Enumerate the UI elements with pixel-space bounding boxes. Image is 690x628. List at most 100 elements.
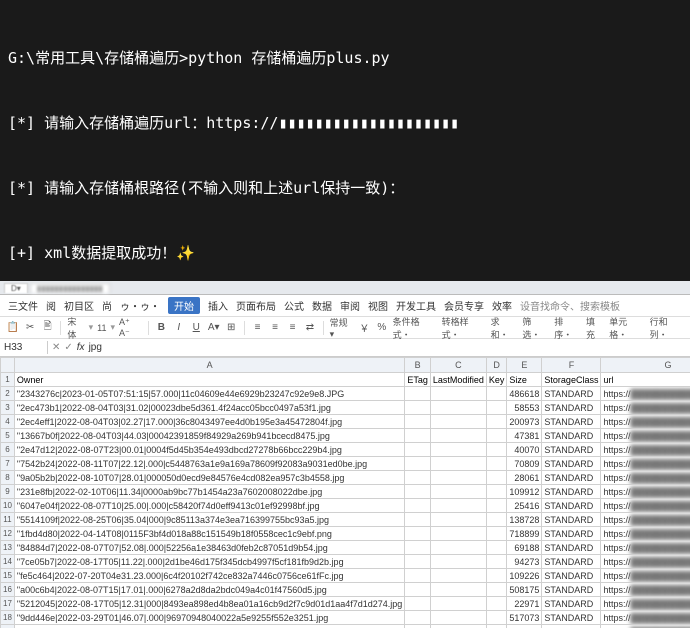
cell[interactable]: url (601, 373, 690, 387)
cell[interactable] (430, 611, 486, 625)
app-tab[interactable]: D▾ (4, 283, 28, 293)
col-header[interactable]: D (486, 358, 507, 373)
cell[interactable] (430, 513, 486, 527)
cell[interactable]: 138728 (507, 513, 542, 527)
cell[interactable]: StorageClass (542, 373, 601, 387)
cell[interactable] (486, 499, 507, 513)
cell[interactable]: "419a5049|2022-08-04T03|09.03|.000|de5b4… (14, 625, 404, 628)
cell[interactable]: https://████████████████ (601, 485, 690, 499)
cell[interactable]: https://████████████████ (601, 541, 690, 555)
name-box[interactable]: H33 (0, 341, 48, 354)
cell[interactable] (430, 569, 486, 583)
cell[interactable]: 69188 (507, 541, 542, 555)
cell[interactable]: LastModified (430, 373, 486, 387)
cell[interactable]: "6047e04f|2022-08-07T10|25.00|.000|c5842… (14, 499, 404, 513)
cell[interactable]: "9dd446e|2022-03-29T01|46.07|.000|969709… (14, 611, 404, 625)
cell[interactable]: 28061 (507, 471, 542, 485)
paste-icon[interactable]: 📋 (6, 321, 19, 335)
cell[interactable]: STANDARD (542, 513, 601, 527)
table-row[interactable]: 9"231e8fb|2022-02-10T06|11.34|0000ab9bc7… (1, 485, 690, 499)
sort-menu[interactable]: 排序・ (554, 315, 580, 341)
menu-item[interactable]: 数据 (312, 298, 332, 313)
cell[interactable] (405, 499, 431, 513)
cell[interactable]: "9a05b2b|2022-08-10T07|28.01|000050d0ecd… (14, 471, 404, 485)
cell[interactable]: Size (507, 373, 542, 387)
bold-icon[interactable]: B (155, 321, 168, 335)
cell[interactable] (486, 401, 507, 415)
column-headers[interactable]: A B C D E F G H (1, 358, 690, 373)
cell[interactable] (430, 443, 486, 457)
cell[interactable]: 22971 (507, 597, 542, 611)
cell[interactable]: STANDARD (542, 555, 601, 569)
cell[interactable]: 517073 (507, 611, 542, 625)
menu-item[interactable]: 三文件 (8, 298, 38, 313)
menu-item[interactable]: 阅 (46, 298, 56, 313)
cell[interactable] (405, 471, 431, 485)
cell[interactable] (486, 625, 507, 628)
cell[interactable] (486, 387, 507, 401)
cell[interactable] (405, 457, 431, 471)
fontsize-select[interactable]: 11 (97, 323, 106, 333)
cell[interactable]: https://████████████████ (601, 429, 690, 443)
cell[interactable]: Key (486, 373, 507, 387)
table-row[interactable]: 3"2ec473b1|2022-08-04T03|31.02|00023dbe5… (1, 401, 690, 415)
cell[interactable]: https://████████████████ (601, 625, 690, 628)
cell[interactable]: https://████████████████ (601, 527, 690, 541)
cell[interactable]: "5212045|2022-08-17T05|12.31|000|8493ea8… (14, 597, 404, 611)
cell[interactable] (486, 457, 507, 471)
formula-input[interactable]: jpg (89, 342, 102, 353)
cell[interactable]: https://████████████████ (601, 499, 690, 513)
border-icon[interactable]: ⊞ (224, 321, 237, 335)
cell[interactable]: 109226 (507, 569, 542, 583)
cut-icon[interactable]: ✂ (23, 321, 36, 335)
cell[interactable]: https://████████████████ (601, 569, 690, 583)
menu-item[interactable]: 公式 (284, 298, 304, 313)
cell[interactable]: https://████████████████ (601, 555, 690, 569)
cell[interactable]: "7ce05b7|2022-08-17T05|11.22|.000|2d1be4… (14, 555, 404, 569)
cell[interactable]: STANDARD (542, 527, 601, 541)
cell[interactable]: 40070 (507, 443, 542, 457)
font-select[interactable]: 宋体 (67, 315, 84, 341)
cell[interactable] (430, 485, 486, 499)
cell[interactable] (405, 625, 431, 628)
cell[interactable] (486, 485, 507, 499)
menu-item[interactable]: 页面布局 (236, 298, 276, 313)
col-header[interactable]: A (14, 358, 404, 373)
cell[interactable]: 200973 (507, 415, 542, 429)
cell[interactable] (486, 569, 507, 583)
cell[interactable]: https://████████████████ (601, 471, 690, 485)
cell[interactable] (486, 415, 507, 429)
cell[interactable]: 109912 (507, 485, 542, 499)
table-row[interactable]: 2"2343276c|2023-01-05T07:51:15|57.000|11… (1, 387, 690, 401)
cell[interactable]: "231e8fb|2022-02-10T06|11.34|0000ab9bc77… (14, 485, 404, 499)
cell[interactable] (405, 443, 431, 457)
cell[interactable] (486, 541, 507, 555)
currency-icon[interactable]: ￥ (358, 321, 371, 335)
underline-icon[interactable]: U (190, 321, 203, 335)
menu-item[interactable]: 审阅 (340, 298, 360, 313)
cell-menu[interactable]: 单元格・ (609, 315, 643, 341)
cell[interactable] (430, 429, 486, 443)
cell[interactable]: "2ec4eff1|2022-08-04T03|02.27|17.000|36c… (14, 415, 404, 429)
cell[interactable] (405, 569, 431, 583)
table-row[interactable]: 10"6047e04f|2022-08-07T10|25.00|.000|c58… (1, 499, 690, 513)
search-hint[interactable]: 设音找命令、搜索模板 (520, 298, 620, 313)
cell[interactable] (486, 471, 507, 485)
cell[interactable] (430, 499, 486, 513)
cell[interactable] (486, 611, 507, 625)
cell[interactable]: "2ec473b1|2022-08-04T03|31.02|00023dbe5d… (14, 401, 404, 415)
cell[interactable] (486, 513, 507, 527)
cell[interactable]: "84884d7|2022-08-07T07|52.08|.000|52256a… (14, 541, 404, 555)
cell[interactable]: "fe5c464|2022-07-20T04e31.23.000|6c4f201… (14, 569, 404, 583)
cell[interactable] (405, 541, 431, 555)
cell[interactable]: 94273 (507, 555, 542, 569)
menu-item[interactable]: 效率 (492, 298, 512, 313)
cell[interactable] (430, 387, 486, 401)
text-size-icons[interactable]: A⁺ A⁻ (119, 317, 142, 339)
cell[interactable]: 508175 (507, 583, 542, 597)
align-right-icon[interactable]: ≡ (286, 321, 299, 335)
cell[interactable]: STANDARD (542, 541, 601, 555)
cell[interactable]: https://████████████████ (601, 611, 690, 625)
cell[interactable]: STANDARD (542, 457, 601, 471)
cell[interactable]: STANDARD (542, 485, 601, 499)
